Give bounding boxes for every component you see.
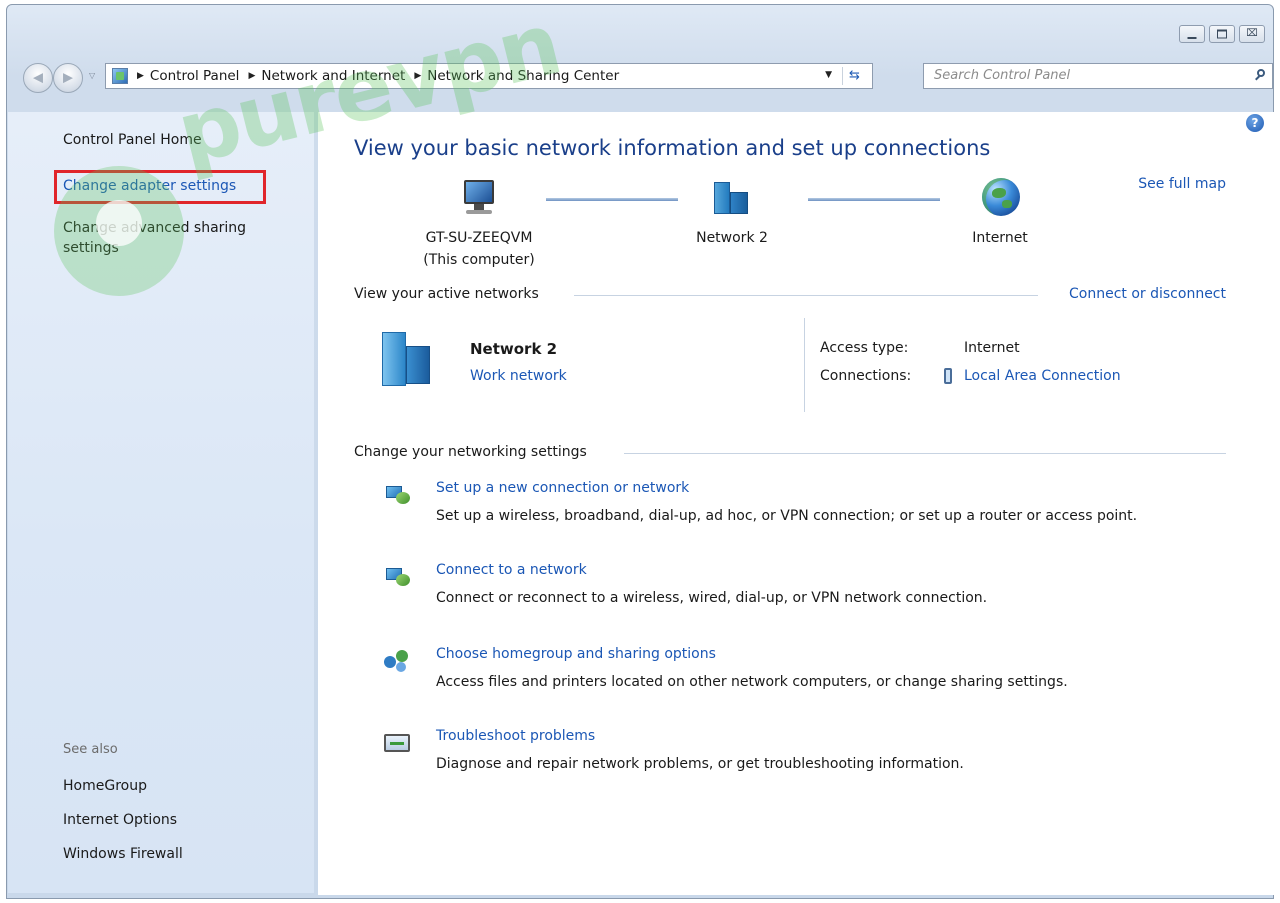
- connect-or-disconnect-link[interactable]: Connect or disconnect: [1069, 286, 1226, 302]
- close-button[interactable]: ⌧: [1239, 25, 1265, 43]
- refresh-icon[interactable]: ⇆: [842, 67, 866, 85]
- connect-network-icon: [382, 564, 412, 588]
- new-connection-icon: [382, 482, 412, 506]
- computer-name-label: GT-SU-ZEEQVM: [425, 230, 533, 246]
- search-icon[interactable]: [1254, 68, 1266, 81]
- control-panel-icon: [112, 68, 128, 84]
- search-input[interactable]: Search Control Panel: [923, 63, 1273, 89]
- internet-globe-icon[interactable]: [982, 178, 1020, 216]
- local-area-connection-icon: [944, 368, 952, 384]
- minimize-button[interactable]: [1179, 25, 1205, 43]
- network-map-label: Network 2: [696, 230, 768, 246]
- main-content: ? View your basic network information an…: [318, 112, 1274, 895]
- network-icon[interactable]: [382, 332, 432, 388]
- maximize-icon: [1217, 29, 1227, 39]
- sidebar-item-change-advanced-sharing[interactable]: Change advanced sharing: [63, 220, 246, 236]
- map-connector-line: [546, 198, 678, 201]
- page-title: View your basic network information and …: [354, 136, 991, 160]
- highlight-box: [54, 170, 266, 204]
- homegroup-sharing-description: Access files and printers located on oth…: [436, 674, 1068, 690]
- caption-buttons: ⌧: [1179, 25, 1265, 43]
- access-type-label: Access type:: [820, 340, 909, 356]
- close-icon: ⌧: [1246, 28, 1258, 39]
- connect-to-network-description: Connect or reconnect to a wireless, wire…: [436, 590, 988, 606]
- change-settings-heading: Change your networking settings: [354, 444, 587, 460]
- see-also-heading: See also: [63, 742, 118, 757]
- breadcrumb-separator-icon[interactable]: ▶: [137, 71, 144, 81]
- sidebar-item-internet-options[interactable]: Internet Options: [63, 812, 177, 828]
- access-type-value: Internet: [964, 340, 1020, 356]
- network-icon[interactable]: [714, 182, 752, 216]
- troubleshoot-icon: [382, 730, 412, 754]
- setup-connection-link[interactable]: Set up a new connection or network: [436, 480, 689, 496]
- internet-map-label: Internet: [972, 230, 1028, 246]
- sidebar-item-homegroup[interactable]: HomeGroup: [63, 778, 147, 794]
- sidebar: Control Panel Home Change adapter settin…: [8, 112, 314, 893]
- sidebar-item-control-panel-home[interactable]: Control Panel Home: [63, 132, 202, 148]
- see-full-map-link[interactable]: See full map: [1138, 176, 1226, 192]
- vertical-divider: [804, 318, 805, 412]
- maximize-button[interactable]: [1209, 25, 1235, 43]
- connect-to-network-link[interactable]: Connect to a network: [436, 562, 587, 578]
- forward-arrow-icon: ▶: [63, 70, 73, 86]
- homegroup-sharing-link[interactable]: Choose homegroup and sharing options: [436, 646, 716, 662]
- homegroup-icon: [382, 648, 412, 672]
- minimize-icon: [1187, 37, 1197, 39]
- help-icon[interactable]: ?: [1246, 114, 1264, 132]
- section-divider: [574, 295, 1038, 296]
- breadcrumb-network-and-internet[interactable]: Network and Internet: [261, 68, 405, 84]
- breadcrumb-separator-icon[interactable]: ▶: [248, 71, 255, 81]
- search-placeholder: Search Control Panel: [934, 68, 1071, 83]
- address-bar[interactable]: ▶ Control Panel ▶ Network and Internet ▶…: [105, 63, 873, 89]
- address-dropdown-icon[interactable]: ▼: [825, 70, 832, 80]
- active-network-name: Network 2: [470, 340, 558, 358]
- local-area-connection-link[interactable]: Local Area Connection: [964, 368, 1121, 384]
- map-connector-line: [808, 198, 940, 201]
- setup-connection-description: Set up a wireless, broadband, dial-up, a…: [436, 508, 1138, 524]
- active-networks-heading: View your active networks: [354, 286, 539, 302]
- troubleshoot-description: Diagnose and repair network problems, or…: [436, 756, 964, 772]
- sidebar-item-change-advanced-sharing-cont[interactable]: settings: [63, 240, 119, 256]
- sidebar-item-windows-firewall[interactable]: Windows Firewall: [63, 846, 183, 862]
- recent-pages-dropdown[interactable]: ▽: [89, 71, 95, 80]
- breadcrumb-network-sharing-center[interactable]: Network and Sharing Center: [427, 68, 619, 84]
- network-type-link[interactable]: Work network: [470, 368, 567, 384]
- connections-label: Connections:: [820, 368, 912, 384]
- navigation-bar: ◀ ▶ ▽ ▶ Control Panel ▶ Network and Inte…: [23, 61, 1273, 93]
- back-arrow-icon: ◀: [33, 70, 43, 86]
- breadcrumb-control-panel[interactable]: Control Panel: [150, 68, 240, 84]
- breadcrumb-separator-icon[interactable]: ▶: [414, 71, 421, 81]
- forward-button[interactable]: ▶: [53, 63, 83, 93]
- troubleshoot-link[interactable]: Troubleshoot problems: [436, 728, 595, 744]
- back-button[interactable]: ◀: [23, 63, 53, 93]
- section-divider: [624, 453, 1226, 454]
- computer-icon[interactable]: [458, 180, 500, 216]
- computer-sub-label: (This computer): [423, 252, 535, 268]
